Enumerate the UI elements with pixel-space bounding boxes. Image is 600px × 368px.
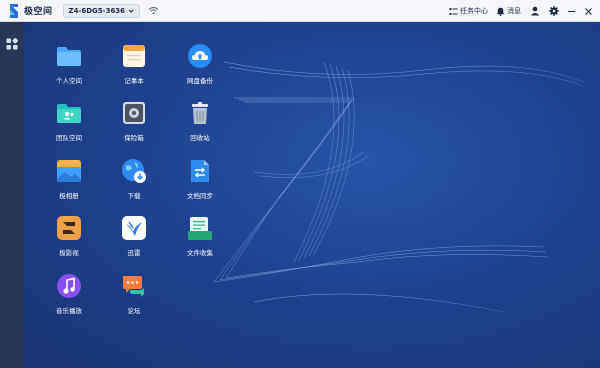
safe-icon (120, 99, 148, 127)
app-cloud-backup[interactable]: 网盘备份 (168, 42, 232, 94)
doc-sync-icon (186, 157, 214, 185)
app-label: 团队空间 (56, 134, 82, 142)
cloud-upload-icon (186, 42, 214, 70)
app-thunder[interactable]: 迅雷 (102, 214, 166, 266)
folder-icon (55, 42, 83, 70)
music-icon (55, 272, 83, 300)
app-label: 下载 (127, 192, 141, 200)
brand: 极空间 (7, 0, 53, 22)
forum-icon (120, 272, 148, 300)
messages-button[interactable]: 消息 (496, 6, 521, 16)
task-center-button[interactable]: 任务中心 (449, 6, 488, 16)
file-collect-icon (186, 214, 214, 242)
app-label: 记事本 (124, 77, 144, 85)
photo-album-icon (55, 157, 83, 185)
trash-icon (186, 99, 214, 127)
task-list-icon (449, 7, 458, 15)
top-bar: 极空间 Z4-6DG5-3636 任务中心 消息 (0, 0, 600, 22)
device-selector[interactable]: Z4-6DG5-3636 (62, 3, 141, 18)
app-label: 极相册 (59, 192, 79, 200)
device-name: Z4-6DG5-3636 (68, 6, 126, 15)
thunder-bird-icon (120, 214, 148, 242)
app-recycle-bin[interactable]: 回收站 (168, 99, 232, 151)
app-label: 回收站 (190, 134, 210, 142)
app-personal-space[interactable]: 个人空间 (37, 42, 101, 94)
close-icon[interactable] (584, 7, 593, 16)
app-label: 音乐播放 (56, 307, 82, 315)
app-photo-album[interactable]: 极相册 (37, 157, 101, 209)
download-globe-icon (120, 157, 148, 185)
app-forum[interactable]: 论坛 (102, 272, 166, 324)
brand-logo-icon (10, 3, 18, 18)
app-label: 文档同步 (187, 192, 213, 200)
video-icon (55, 214, 83, 242)
desktop: 个人空间 记事本 网盘备份 团队空间 保险箱 回收站 极相册 下载 文档同步 极… (24, 22, 600, 368)
app-label: 迅雷 (127, 249, 141, 257)
bell-icon (496, 7, 505, 16)
app-label: 网盘备份 (187, 77, 213, 85)
app-doc-sync[interactable]: 文档同步 (168, 157, 232, 209)
gear-icon[interactable] (549, 6, 559, 16)
app-team-space[interactable]: 团队空间 (37, 99, 101, 151)
app-label: 个人空间 (56, 77, 82, 85)
app-label: 论坛 (127, 307, 141, 315)
team-folder-icon (55, 99, 83, 127)
brand-name: 极空间 (24, 7, 53, 17)
app-file-collect[interactable]: 文件收集 (168, 214, 232, 266)
notepad-icon (120, 42, 148, 70)
app-music[interactable]: 音乐播放 (37, 272, 101, 324)
wifi-icon (148, 7, 159, 15)
app-label: 文件收集 (187, 249, 213, 257)
app-label: 极影视 (59, 249, 79, 257)
app-label: 保险箱 (124, 134, 144, 142)
app-download[interactable]: 下载 (102, 157, 166, 209)
minimize-icon[interactable] (567, 7, 576, 16)
messages-label: 消息 (507, 7, 521, 15)
task-center-label: 任务中心 (460, 7, 488, 15)
chevron-down-icon (128, 9, 134, 13)
user-icon[interactable] (530, 6, 540, 16)
apps-grid-icon[interactable] (6, 38, 18, 50)
app-notepad[interactable]: 记事本 (102, 42, 166, 94)
app-video[interactable]: 极影视 (37, 214, 101, 266)
app-safe[interactable]: 保险箱 (102, 99, 166, 151)
sidebar (0, 22, 24, 368)
